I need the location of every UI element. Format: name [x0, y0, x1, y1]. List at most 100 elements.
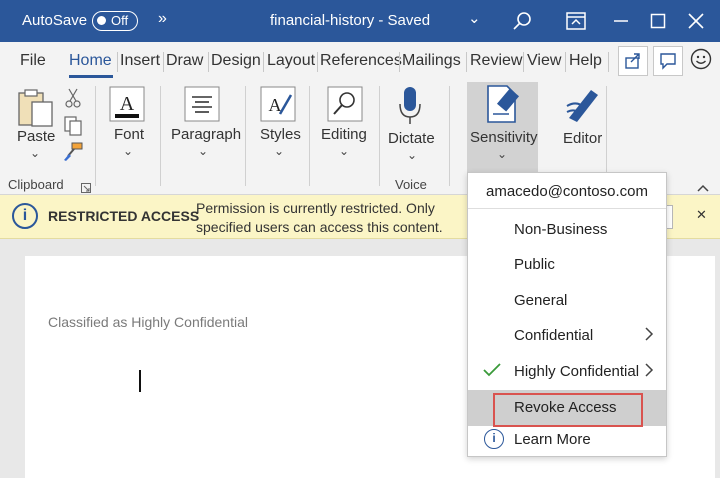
menu-item-label: Learn More	[514, 431, 591, 448]
menu-item-label: General	[514, 292, 568, 309]
editing-icon[interactable]	[327, 86, 363, 127]
group-divider	[606, 86, 607, 186]
styles-chevron-icon[interactable]: ⌄	[274, 144, 284, 158]
editing-label[interactable]: Editing	[321, 126, 367, 143]
text-cursor	[139, 370, 141, 392]
paste-icon[interactable]	[16, 88, 54, 133]
tab-divider	[117, 52, 118, 72]
group-divider	[449, 86, 450, 186]
editor-label[interactable]: Editor	[563, 130, 602, 147]
maximize-icon[interactable]	[645, 8, 671, 34]
search-icon[interactable]	[509, 8, 535, 34]
styles-label[interactable]: Styles	[260, 126, 301, 143]
format-painter-icon[interactable]	[62, 142, 84, 167]
microphone-icon[interactable]	[398, 86, 422, 131]
tab-divider	[208, 52, 209, 72]
toggle-knob	[97, 16, 106, 25]
tab-references[interactable]: References	[320, 52, 402, 70]
active-tab-indicator	[69, 75, 113, 78]
feedback-smiley-icon[interactable]	[688, 46, 714, 72]
info-icon: i	[12, 203, 38, 229]
group-divider	[245, 86, 246, 186]
font-label[interactable]: Font	[114, 126, 144, 143]
title-chevron-icon[interactable]: ⌄	[468, 9, 481, 27]
tab-divider	[523, 52, 524, 72]
paragraph-label[interactable]: Paragraph	[171, 126, 241, 143]
minimize-icon[interactable]	[608, 8, 634, 34]
tab-help[interactable]: Help	[569, 52, 602, 70]
info-icon: i	[484, 429, 504, 449]
sensitivity-chevron-icon[interactable]: ⌄	[497, 147, 507, 161]
tab-divider	[466, 52, 467, 72]
menu-item-revoke-access[interactable]: Revoke Access	[468, 390, 666, 427]
close-message-icon[interactable]: ✕	[696, 207, 707, 223]
autosave-label: AutoSave	[22, 12, 88, 29]
paragraph-icon[interactable]	[184, 86, 220, 127]
menu-item-non-business[interactable]: Non-Business	[468, 212, 666, 248]
font-chevron-icon[interactable]: ⌄	[123, 144, 133, 158]
paragraph-chevron-icon[interactable]: ⌄	[198, 144, 208, 158]
paste-label[interactable]: Paste	[17, 128, 55, 145]
group-label-voice: Voice	[395, 177, 427, 192]
paste-chevron-icon[interactable]: ⌄	[30, 146, 40, 160]
close-icon[interactable]	[683, 8, 709, 34]
tab-insert[interactable]: Insert	[120, 52, 160, 70]
menu-item-highly-confidential[interactable]: Highly Confidential	[468, 354, 666, 390]
sensitivity-icon[interactable]	[485, 84, 523, 129]
tab-divider	[263, 52, 264, 72]
tab-view[interactable]: View	[527, 52, 561, 70]
menu-item-public[interactable]: Public	[468, 247, 666, 283]
tab-mailings[interactable]: Mailings	[402, 52, 461, 70]
menu-item-general[interactable]: General	[468, 283, 666, 319]
menu-item-label: Highly Confidential	[514, 363, 640, 380]
ribbon-tabs: File Home Insert Draw Design Layout Refe…	[0, 42, 720, 80]
comments-icon[interactable]	[653, 46, 683, 76]
ribbon-display-icon[interactable]	[563, 8, 589, 34]
tab-review[interactable]: Review	[470, 52, 522, 70]
classification-header: Classified as Highly Confidential	[48, 314, 248, 330]
account-email: amacedo@contoso.com	[468, 173, 666, 209]
message-line-2: specified users can access this content.	[196, 219, 443, 235]
tab-divider	[399, 52, 400, 72]
document-title[interactable]: financial-history - Saved	[270, 12, 430, 29]
sensitivity-menu: amacedo@contoso.com Non-Business Public …	[467, 172, 667, 457]
message-text: Permission is currently restricted. Only…	[196, 199, 443, 237]
overflow-icon[interactable]: »	[158, 10, 167, 28]
message-title: RESTRICTED ACCESS	[48, 208, 200, 224]
font-icon[interactable]: A	[109, 86, 145, 127]
group-label-clipboard: Clipboard	[8, 177, 64, 192]
svg-text:A: A	[120, 93, 135, 115]
menu-item-label: Non-Business	[514, 221, 608, 238]
group-divider	[160, 86, 161, 186]
tab-draw[interactable]: Draw	[166, 52, 203, 70]
tab-divider	[317, 52, 318, 72]
styles-icon[interactable]: A	[260, 86, 296, 127]
group-divider	[309, 86, 310, 186]
editor-icon[interactable]	[565, 86, 601, 127]
cut-icon[interactable]	[64, 88, 82, 113]
tab-divider	[608, 52, 609, 72]
copy-icon[interactable]	[64, 116, 82, 141]
editing-chevron-icon[interactable]: ⌄	[339, 144, 349, 158]
checkmark-icon	[482, 362, 502, 382]
submenu-arrow-icon	[644, 326, 654, 346]
tab-layout[interactable]: Layout	[267, 52, 315, 70]
submenu-arrow-icon	[644, 362, 654, 382]
share-icon[interactable]	[618, 46, 648, 76]
menu-item-confidential[interactable]: Confidential	[468, 318, 666, 354]
autosave-toggle[interactable]: Off	[92, 11, 138, 31]
sensitivity-label[interactable]: Sensitivity	[470, 129, 538, 146]
dictate-chevron-icon[interactable]: ⌄	[407, 148, 417, 162]
group-divider	[95, 86, 96, 186]
menu-item-label: Confidential	[514, 327, 594, 344]
dictate-label[interactable]: Dictate	[388, 130, 435, 147]
tab-file[interactable]: File	[20, 52, 46, 70]
tab-design[interactable]: Design	[211, 52, 261, 70]
menu-item-label: Revoke Access	[514, 399, 617, 416]
menu-item-learn-more[interactable]: i Learn More	[468, 422, 666, 458]
tab-home[interactable]: Home	[69, 52, 112, 70]
message-line-1: Permission is currently restricted. Only	[196, 200, 435, 216]
menu-item-label: Public	[514, 256, 555, 273]
tab-divider	[565, 52, 566, 72]
group-divider	[379, 86, 380, 186]
